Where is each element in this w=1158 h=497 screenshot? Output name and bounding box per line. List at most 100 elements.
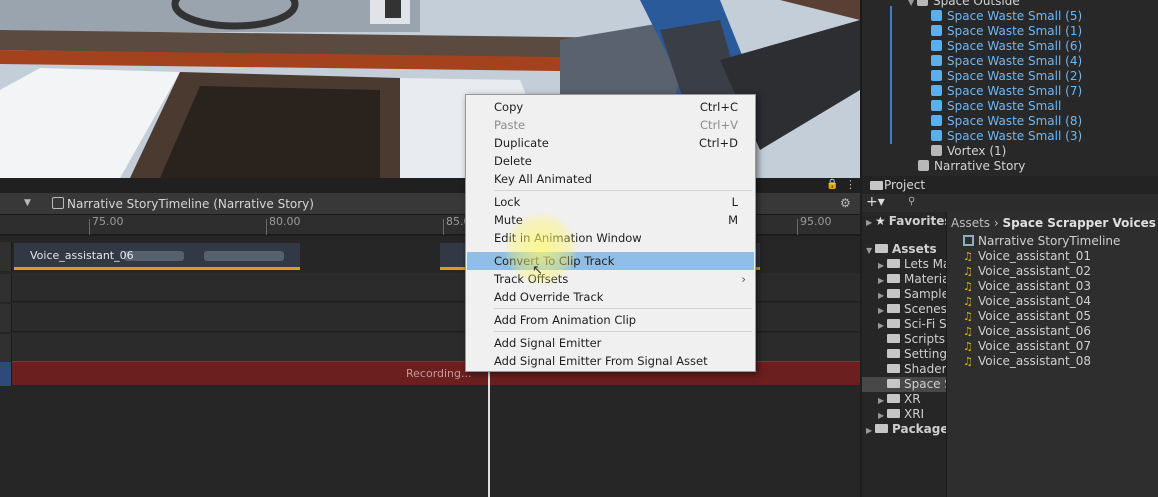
asset-item[interactable]: ♫ Voice_assistant_03	[963, 279, 1091, 294]
ruler-tick-label: 75.00	[92, 215, 124, 228]
gameobject-icon	[918, 160, 929, 171]
audio-file-icon: ♫	[963, 265, 973, 278]
menu-item-paste[interactable]: Paste Ctrl+V	[467, 116, 754, 134]
hierarchy-label: Space Waste Small	[947, 99, 1062, 113]
hierarchy-item[interactable]: Space Waste Small (2)	[931, 69, 1082, 84]
folder-icon	[887, 334, 900, 343]
folder-item[interactable]: ▶ XR	[878, 392, 921, 407]
menu-item-add-override-track[interactable]: Add Override Track	[467, 288, 754, 306]
menu-separator	[494, 331, 752, 332]
mouse-cursor-icon: ↖	[532, 263, 543, 278]
folder-item[interactable]: ▶ Scenes	[878, 302, 946, 317]
track-handle[interactable]	[0, 304, 12, 332]
folder-icon	[887, 289, 900, 298]
project-folder-tree[interactable]: ▶ ★ Favorites ▼ Assets ▶ Lets Ma ▶ Materia ▶ S…	[862, 212, 946, 497]
prefab-cube-icon	[931, 55, 942, 66]
menu-separator	[494, 190, 752, 191]
folder-item[interactable]: ▶ Sample	[878, 287, 946, 302]
hierarchy-label: Space Waste Small (4)	[947, 54, 1083, 68]
hierarchy-item[interactable]: Space Waste Small	[931, 99, 1061, 114]
track-handle[interactable]	[0, 242, 12, 271]
prefab-cube-icon	[931, 40, 942, 51]
shortcut-label: M	[728, 213, 738, 227]
folder-item[interactable]: Scripts	[878, 332, 945, 347]
more-options-icon[interactable]: ⋮	[845, 178, 856, 191]
folder-icon	[870, 181, 883, 190]
shortcut-label: Ctrl+V	[700, 118, 738, 132]
menu-item-duplicate[interactable]: Duplicate Ctrl+D	[467, 134, 754, 152]
hierarchy-item[interactable]: Space Waste Small (6)	[931, 39, 1082, 54]
hierarchy-item[interactable]: Space Waste Small (4)	[931, 54, 1082, 69]
search-icon[interactable]: ⚲	[908, 196, 915, 207]
hierarchy-item-narrative-story[interactable]: Narrative Story	[918, 159, 1025, 174]
menu-item-lock[interactable]: Lock L	[467, 193, 754, 211]
asset-item[interactable]: ♫ Voice_assistant_05	[963, 309, 1091, 324]
hierarchy-item[interactable]: Space Waste Small (5)	[931, 9, 1082, 24]
folder-icon	[875, 244, 888, 253]
assets-root[interactable]: ▼ Assets	[866, 242, 937, 257]
folder-item[interactable]: Shader:	[878, 362, 946, 377]
add-icon[interactable]: +▾	[866, 194, 885, 210]
track-handle-selected[interactable]	[0, 362, 12, 386]
project-asset-list[interactable]: Assets › Space Scrapper Voices Narrative…	[946, 212, 1158, 497]
folder-icon	[887, 409, 900, 418]
folder-item[interactable]: Setting:	[878, 347, 946, 362]
lock-icon[interactable]: 🔒	[826, 179, 838, 190]
folder-icon	[887, 274, 900, 283]
audio-file-icon: ♫	[963, 295, 973, 308]
timeline-title: Narrative StoryTimeline (Narrative Story…	[67, 197, 314, 211]
menu-item-add-from-animation-clip[interactable]: Add From Animation Clip	[467, 311, 754, 329]
asset-item[interactable]: ♫ Voice_assistant_08	[963, 354, 1091, 369]
hierarchy-label: Space Outside	[933, 0, 1020, 8]
asset-item[interactable]: Narrative StoryTimeline	[963, 234, 1120, 249]
prefab-cube-icon	[931, 25, 942, 36]
hierarchy-label: Space Waste Small (8)	[947, 114, 1083, 128]
asset-item[interactable]: ♫ Voice_assistant_04	[963, 294, 1091, 309]
breadcrumb-leaf[interactable]: Space Scrapper Voices	[1003, 216, 1156, 230]
breadcrumb-root[interactable]: Assets	[951, 216, 990, 230]
audio-file-icon: ♫	[963, 325, 973, 338]
folder-item[interactable]: ▶ XRI	[878, 407, 924, 422]
asset-item[interactable]: ♫ Voice_assistant_06	[963, 324, 1091, 339]
menu-item-add-signal-emitter-from-asset[interactable]: Add Signal Emitter From Signal Asset	[467, 352, 754, 370]
tab-project[interactable]: Project	[884, 178, 925, 192]
timeline-asset-icon	[52, 197, 64, 209]
folder-item[interactable]: ▶ Materia	[878, 272, 946, 287]
clip-label: Voice_assistant_06	[30, 249, 134, 262]
hierarchy-item-vortex[interactable]: Vortex (1)	[931, 144, 1006, 159]
breadcrumb-separator: ›	[993, 216, 999, 230]
hierarchy-item[interactable]: Space Waste Small (3)	[931, 129, 1082, 144]
folder-icon	[887, 304, 900, 313]
gear-icon[interactable]: ⚙	[840, 196, 851, 210]
folder-item[interactable]: ▶ Lets Ma	[878, 257, 946, 272]
prefab-cube-icon	[931, 115, 942, 126]
folder-icon	[887, 349, 900, 358]
packages-root[interactable]: ▶Packages	[866, 422, 946, 437]
hierarchy-item[interactable]: Space Waste Small (7)	[931, 84, 1082, 99]
recording-label: Recording...	[406, 367, 472, 380]
folder-icon	[887, 379, 900, 388]
hierarchy-item[interactable]: Space Waste Small (8)	[931, 114, 1082, 129]
track-handle[interactable]	[0, 274, 12, 302]
timeline-asset-icon	[963, 235, 974, 246]
folder-item-selected[interactable]: Space S	[862, 377, 946, 392]
menu-item-add-signal-emitter[interactable]: Add Signal Emitter	[467, 334, 754, 352]
menu-item-track-offsets[interactable]: Track Offsets›	[467, 270, 754, 288]
menu-item-mute[interactable]: Mute M	[467, 211, 754, 229]
menu-item-key-all-animated[interactable]: Key All Animated	[467, 170, 754, 188]
gameobject-icon	[931, 145, 942, 156]
asset-item[interactable]: ♫ Voice_assistant_01	[963, 249, 1091, 264]
favorites-item[interactable]: ▶ ★ Favorites	[866, 214, 946, 229]
asset-item[interactable]: ♫ Voice_assistant_02	[963, 264, 1091, 279]
menu-item-copy[interactable]: Copy Ctrl+C	[467, 98, 754, 116]
asset-item[interactable]: ♫ Voice_assistant_07	[963, 339, 1091, 354]
hierarchy-item-space-outside[interactable]: ▼ Space Outside	[908, 0, 1020, 9]
track-handle[interactable]	[0, 334, 12, 362]
shortcut-label: Ctrl+C	[699, 100, 738, 114]
menu-item-delete[interactable]: Delete	[467, 152, 754, 170]
folder-item[interactable]: ▶ Sci-Fi S	[878, 317, 946, 332]
hierarchy-item[interactable]: Space Waste Small (1)	[931, 24, 1082, 39]
audio-clip[interactable]: Voice_assistant_06	[14, 243, 300, 270]
expand-arrow-icon: ▼	[908, 0, 915, 7]
dropdown-arrow-icon[interactable]: ▼	[24, 198, 31, 208]
